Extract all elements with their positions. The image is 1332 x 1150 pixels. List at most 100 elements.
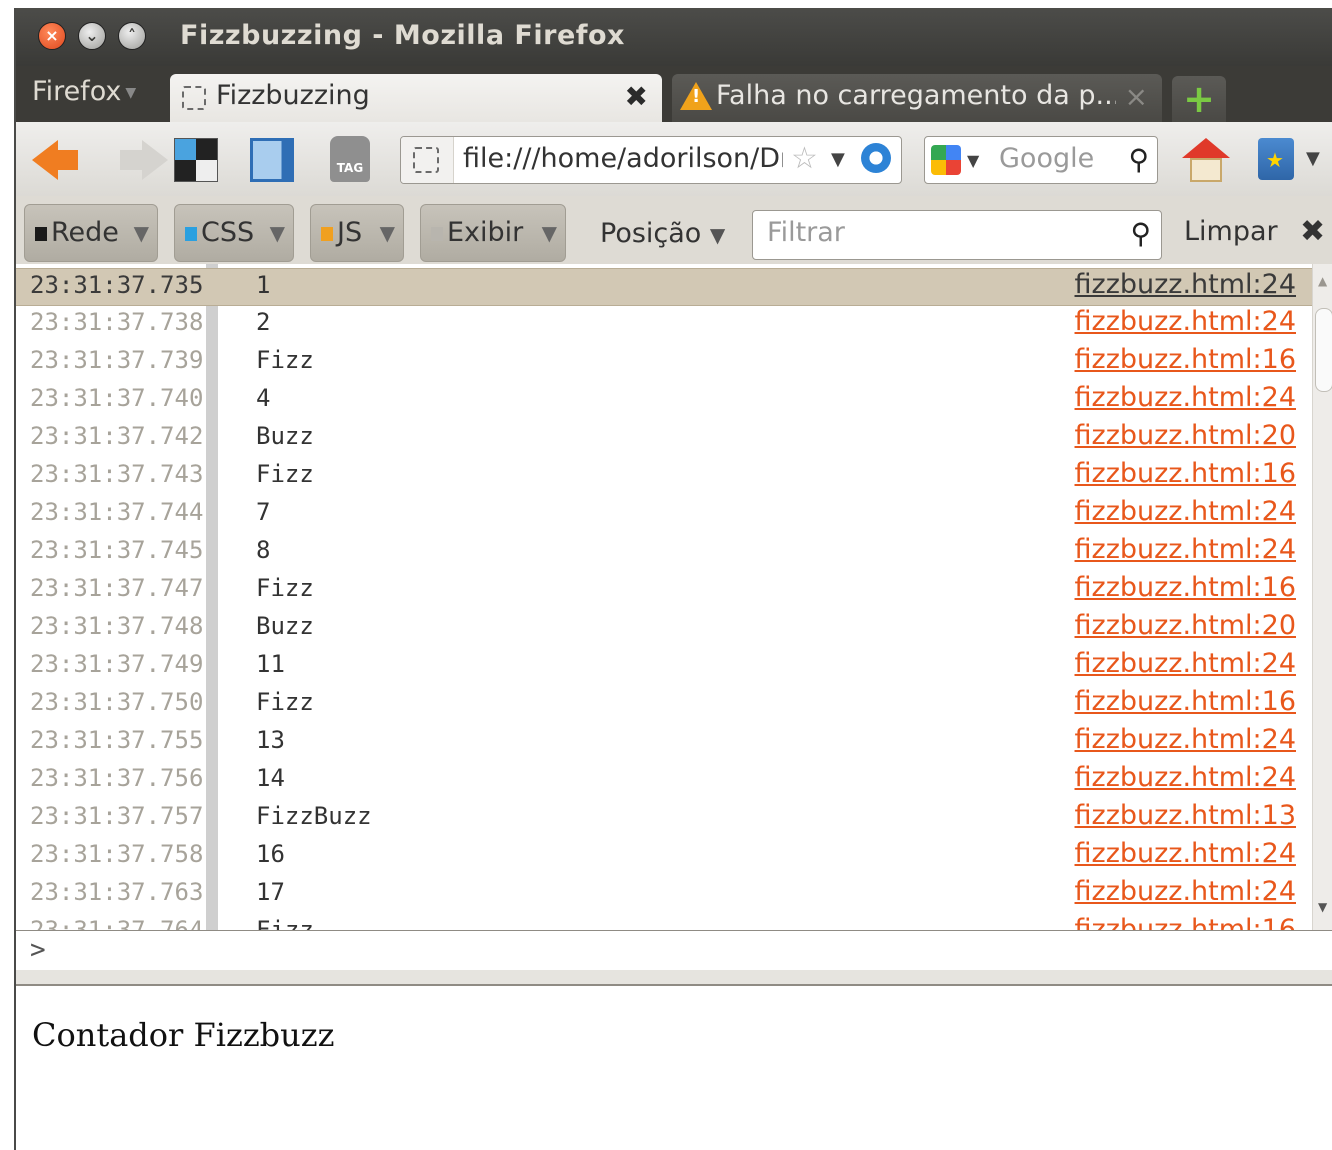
navigation-toolbar: TAG file:///home/adorilson/Drc ☆ ▼ ▼ Goo…: [16, 122, 1332, 197]
js-color-swatch: [321, 227, 333, 241]
close-console-icon[interactable]: ✖: [1300, 214, 1325, 249]
bookmarks-menu-icon[interactable]: ★: [1258, 138, 1294, 180]
firefox-menu-button[interactable]: Firefox ▼: [32, 76, 136, 107]
log-timestamp: 23:31:37.757: [30, 802, 204, 830]
url-input[interactable]: file:///home/adorilson/Drc: [463, 143, 783, 174]
back-arrow-icon-tail[interactable]: [56, 150, 78, 170]
log-message: Fizz: [256, 688, 314, 716]
site-identity-button[interactable]: [401, 137, 454, 183]
console-command-line[interactable]: >: [16, 930, 1332, 972]
clear-console-button[interactable]: Limpar: [1184, 216, 1278, 247]
log-message: FizzBuzz: [256, 802, 372, 830]
log-row[interactable]: 23:31:37.739 Fizz fizzbuzz.html:16: [16, 344, 1312, 382]
url-bar[interactable]: file:///home/adorilson/Drc ☆ ▼: [400, 136, 902, 184]
console-filter-input[interactable]: Filtrar ⚲: [752, 210, 1162, 260]
console-scrollbar[interactable]: ▲ ▼: [1312, 264, 1332, 930]
log-source-link[interactable]: fizzbuzz.html:16: [1075, 344, 1296, 375]
home-icon-body[interactable]: [1190, 158, 1222, 182]
log-message: Fizz: [256, 460, 314, 488]
new-tab-plus-icon[interactable]: +: [1172, 76, 1226, 122]
scrollbar-thumb[interactable]: [1315, 308, 1332, 392]
tag-icon[interactable]: TAG: [330, 136, 370, 182]
log-row[interactable]: 23:31:37.756 14 fizzbuzz.html:24: [16, 762, 1312, 800]
log-row[interactable]: 23:31:37.747 Fizz fizzbuzz.html:16: [16, 572, 1312, 610]
log-message: 17: [256, 878, 285, 906]
log-message: 1: [256, 271, 271, 299]
log-source-link[interactable]: fizzbuzz.html:24: [1075, 496, 1296, 527]
filter-button-rede[interactable]: Rede ▼: [24, 204, 158, 262]
engine-dropdown-icon[interactable]: ▼: [967, 151, 979, 170]
forward-arrow-icon[interactable]: [142, 140, 168, 180]
home-icon[interactable]: [1182, 138, 1230, 158]
chevron-down-icon: ▼: [269, 221, 285, 245]
log-row[interactable]: 23:31:37.757 FizzBuzz fizzbuzz.html:13: [16, 800, 1312, 838]
search-icon[interactable]: ⚲: [1128, 143, 1149, 176]
tab-close-icon[interactable]: ×: [1125, 80, 1148, 113]
log-source-link[interactable]: fizzbuzz.html:20: [1075, 610, 1296, 641]
log-row[interactable]: 23:31:37.750 Fizz fizzbuzz.html:16: [16, 686, 1312, 724]
bookmarks-dropdown-icon[interactable]: ▼: [1306, 148, 1320, 169]
search-input[interactable]: Google: [999, 143, 1094, 174]
page-heading: Contador Fizzbuzz: [32, 1016, 335, 1054]
log-row[interactable]: 23:31:37.738 2 fizzbuzz.html:24: [16, 306, 1312, 344]
log-row[interactable]: 23:31:37.744 7 fizzbuzz.html:24: [16, 496, 1312, 534]
log-source-link[interactable]: fizzbuzz.html:16: [1075, 572, 1296, 603]
log-source-link[interactable]: fizzbuzz.html:16: [1075, 914, 1296, 930]
log-row[interactable]: 23:31:37.735 1 fizzbuzz.html:24: [16, 268, 1312, 306]
log-source-link[interactable]: fizzbuzz.html:13: [1075, 800, 1296, 831]
window-addon-icon[interactable]: [250, 138, 294, 182]
window-maximize-button[interactable]: ˄: [118, 22, 146, 50]
tab-label: Fizzbuzzing: [216, 80, 370, 111]
filter-label: JS: [337, 217, 363, 248]
log-row[interactable]: 23:31:37.764 Fizz fizzbuzz.html:16: [16, 914, 1312, 930]
position-menu[interactable]: Posição ▼: [600, 218, 725, 249]
log-message: 13: [256, 726, 285, 754]
log-row[interactable]: 23:31:37.742 Buzz fizzbuzz.html:20: [16, 420, 1312, 458]
filter-button-exibir[interactable]: Exibir ▼: [420, 204, 566, 262]
log-timestamp: 23:31:37.738: [30, 308, 204, 336]
url-history-dropdown-icon[interactable]: ▼: [831, 149, 845, 170]
devtools-splitter[interactable]: [16, 970, 1332, 986]
log-timestamp: 23:31:37.745: [30, 536, 204, 564]
log-source-link[interactable]: fizzbuzz.html:24: [1075, 382, 1296, 413]
log-source-link[interactable]: fizzbuzz.html:24: [1075, 269, 1296, 300]
log-row[interactable]: 23:31:37.763 17 fizzbuzz.html:24: [16, 876, 1312, 914]
log-row[interactable]: 23:31:37.755 13 fizzbuzz.html:24: [16, 724, 1312, 762]
log-source-link[interactable]: fizzbuzz.html:20: [1075, 420, 1296, 451]
log-source-link[interactable]: fizzbuzz.html:24: [1075, 534, 1296, 565]
log-timestamp: 23:31:37.744: [30, 498, 204, 526]
log-timestamp: 23:31:37.742: [30, 422, 204, 450]
scroll-down-icon[interactable]: ▼: [1318, 900, 1327, 914]
log-row[interactable]: 23:31:37.743 Fizz fizzbuzz.html:16: [16, 458, 1312, 496]
google-engine-icon[interactable]: [931, 145, 961, 175]
log-source-link[interactable]: fizzbuzz.html:16: [1075, 458, 1296, 489]
log-source-link[interactable]: fizzbuzz.html:24: [1075, 306, 1296, 337]
log-source-link[interactable]: fizzbuzz.html:24: [1075, 648, 1296, 679]
window-minimize-button[interactable]: ⌄: [78, 22, 106, 50]
tab-close-icon[interactable]: ✖: [625, 80, 648, 113]
grid-addon-icon[interactable]: [174, 138, 218, 182]
log-row[interactable]: 23:31:37.749 11 fizzbuzz.html:24: [16, 648, 1312, 686]
log-row[interactable]: 23:31:37.740 4 fizzbuzz.html:24: [16, 382, 1312, 420]
chevron-down-icon: ▼: [541, 221, 557, 245]
log-timestamp: 23:31:37.740: [30, 384, 204, 412]
filter-button-css[interactable]: CSS ▼: [174, 204, 294, 262]
window-close-button[interactable]: ×: [38, 22, 66, 50]
forward-arrow-icon-tail[interactable]: [120, 150, 142, 170]
tab-load-error[interactable]: ! Falha no carregamento da p... ×: [672, 74, 1162, 122]
log-source-link[interactable]: fizzbuzz.html:24: [1075, 838, 1296, 869]
log-source-link[interactable]: fizzbuzz.html:24: [1075, 762, 1296, 793]
back-arrow-icon[interactable]: [32, 140, 58, 180]
tab-fizzbuzzing[interactable]: Fizzbuzzing ✖: [170, 74, 662, 122]
filter-button-js[interactable]: JS ▼: [310, 204, 404, 262]
log-source-link[interactable]: fizzbuzz.html:16: [1075, 686, 1296, 717]
scroll-up-icon[interactable]: ▲: [1318, 274, 1327, 288]
reload-icon[interactable]: [861, 143, 891, 173]
log-row[interactable]: 23:31:37.748 Buzz fizzbuzz.html:20: [16, 610, 1312, 648]
search-bar[interactable]: ▼ Google ⚲: [924, 136, 1158, 184]
bookmark-star-icon[interactable]: ☆: [791, 141, 818, 176]
log-row[interactable]: 23:31:37.745 8 fizzbuzz.html:24: [16, 534, 1312, 572]
log-row[interactable]: 23:31:37.758 16 fizzbuzz.html:24: [16, 838, 1312, 876]
log-source-link[interactable]: fizzbuzz.html:24: [1075, 876, 1296, 907]
log-source-link[interactable]: fizzbuzz.html:24: [1075, 724, 1296, 755]
